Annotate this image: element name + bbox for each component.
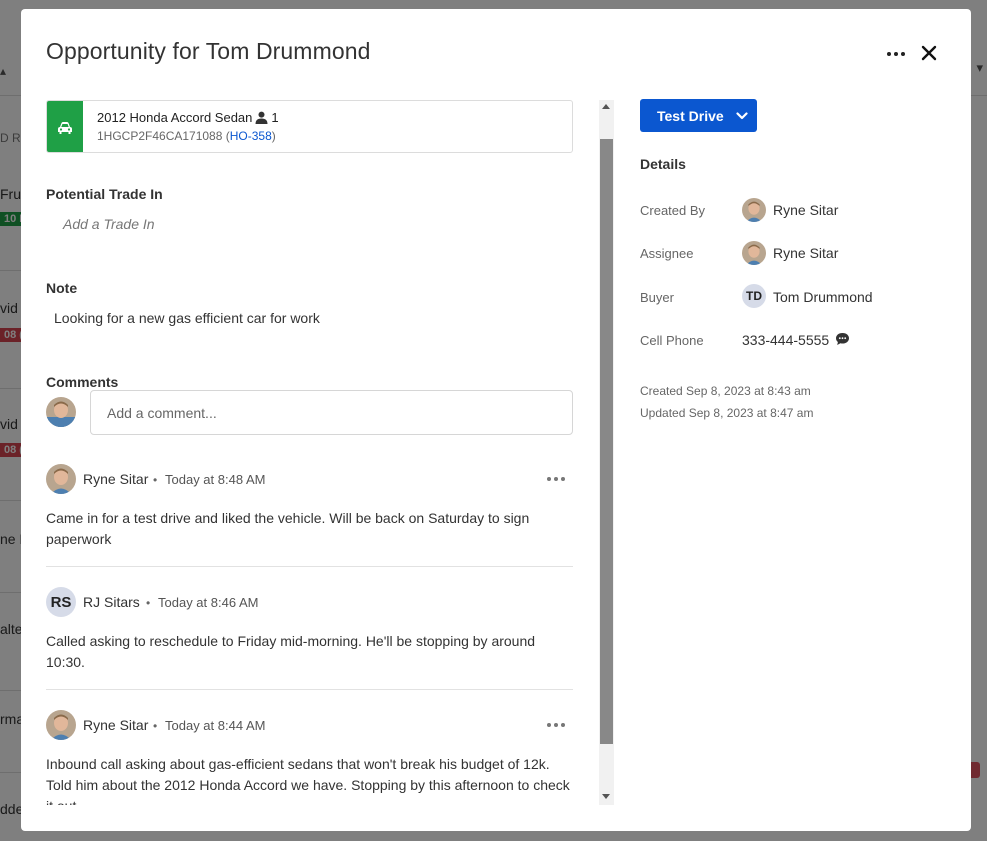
current-user-avatar xyxy=(46,397,76,427)
cell-phone-value[interactable]: 333-444-5555 xyxy=(742,332,829,348)
created-by-value[interactable]: Ryne Sitar xyxy=(773,202,838,218)
comment-separator: • xyxy=(153,473,158,487)
sms-icon[interactable] xyxy=(835,332,850,346)
vehicle-vin-line: 1HGCP2F46CA171088 (HO-358) xyxy=(97,129,276,143)
vehicle-name: 2012 Honda Accord Sedan 1 xyxy=(97,110,279,125)
comment-timestamp: Today at 8:48 AM xyxy=(165,472,266,487)
comment-input[interactable] xyxy=(90,390,573,435)
vehicle-card[interactable]: 2012 Honda Accord Sedan 1 1HGCP2F46CA171… xyxy=(46,100,573,153)
vehicle-icon-box xyxy=(47,101,83,152)
comment-author: Ryne Sitar xyxy=(83,471,149,487)
scroll-up-arrow-icon[interactable] xyxy=(602,104,610,109)
more-icon xyxy=(887,52,905,56)
buyer-avatar: TD xyxy=(742,284,766,308)
comment-body: Called asking to reschedule to Friday mi… xyxy=(46,633,536,670)
user-photo xyxy=(46,464,76,494)
person-icon xyxy=(255,111,268,124)
comments-heading: Comments xyxy=(46,374,119,390)
comment-options-button[interactable] xyxy=(547,474,565,484)
created-timestamp: Created Sep 8, 2023 at 8:43 am xyxy=(640,384,811,398)
comment-options-button[interactable] xyxy=(547,720,565,730)
comment-author-avatar xyxy=(46,710,76,740)
opportunity-content-panel: 2012 Honda Accord Sedan 1 1HGCP2F46CA171… xyxy=(46,100,598,805)
assignee-avatar xyxy=(742,241,766,265)
created-by-avatar xyxy=(742,198,766,222)
note-text[interactable]: Looking for a new gas efficient car for … xyxy=(54,310,320,326)
created-by-label: Created By xyxy=(640,203,706,218)
trade-in-heading: Potential Trade In xyxy=(46,186,163,202)
more-icon xyxy=(547,477,565,481)
modal-title: Opportunity for Tom Drummond xyxy=(46,38,371,64)
assignee-value[interactable]: Ryne Sitar xyxy=(773,245,838,261)
status-label: Test Drive xyxy=(657,107,724,124)
comment-timestamp: Today at 8:46 AM xyxy=(158,595,259,610)
comment-separator: • xyxy=(146,596,151,610)
car-icon xyxy=(58,121,72,134)
comment-author: RJ Sitars xyxy=(83,594,140,610)
comment-divider xyxy=(46,689,573,690)
person-count: 1 xyxy=(271,110,279,125)
scroll-down-arrow-icon[interactable] xyxy=(602,794,610,799)
user-photo xyxy=(742,241,766,265)
more-icon xyxy=(547,723,565,727)
vehicle-vin: 1HGCP2F46CA171088 xyxy=(97,129,223,143)
user-photo xyxy=(46,710,76,740)
comment-author-avatar: RS xyxy=(46,587,76,617)
updated-timestamp: Updated Sep 8, 2023 at 8:47 am xyxy=(640,406,814,420)
close-button[interactable] xyxy=(918,42,940,64)
assignee-label: Assignee xyxy=(640,246,694,261)
stock-number-link[interactable]: HO-358 xyxy=(230,129,272,143)
comment-body: Inbound call asking about gas-efficient … xyxy=(46,756,570,805)
close-icon xyxy=(921,45,937,61)
note-heading: Note xyxy=(46,280,78,296)
buyer-value[interactable]: Tom Drummond xyxy=(773,289,873,305)
user-photo xyxy=(46,397,76,427)
scrollbar-thumb[interactable] xyxy=(600,139,613,744)
more-options-button[interactable] xyxy=(884,45,908,63)
buyer-label: Buyer xyxy=(640,290,674,305)
comment-separator: • xyxy=(153,719,158,733)
comment-author: Ryne Sitar xyxy=(83,717,149,733)
status-dropdown-button[interactable]: Test Drive xyxy=(640,99,757,132)
opportunity-modal: Opportunity for Tom Drummond 2012 Honda … xyxy=(21,9,971,831)
comment-timestamp: Today at 8:44 AM xyxy=(165,718,266,733)
comment-divider xyxy=(46,566,573,567)
details-heading: Details xyxy=(640,156,686,172)
comment-body: Came in for a test drive and liked the v… xyxy=(46,510,530,547)
chevron-down-icon xyxy=(736,111,748,119)
cell-phone-label: Cell Phone xyxy=(640,333,704,348)
vehicle-title: 2012 Honda Accord Sedan xyxy=(97,110,253,125)
add-trade-in-button[interactable]: Add a Trade In xyxy=(63,216,155,232)
comment-author-avatar xyxy=(46,464,76,494)
user-photo xyxy=(742,198,766,222)
